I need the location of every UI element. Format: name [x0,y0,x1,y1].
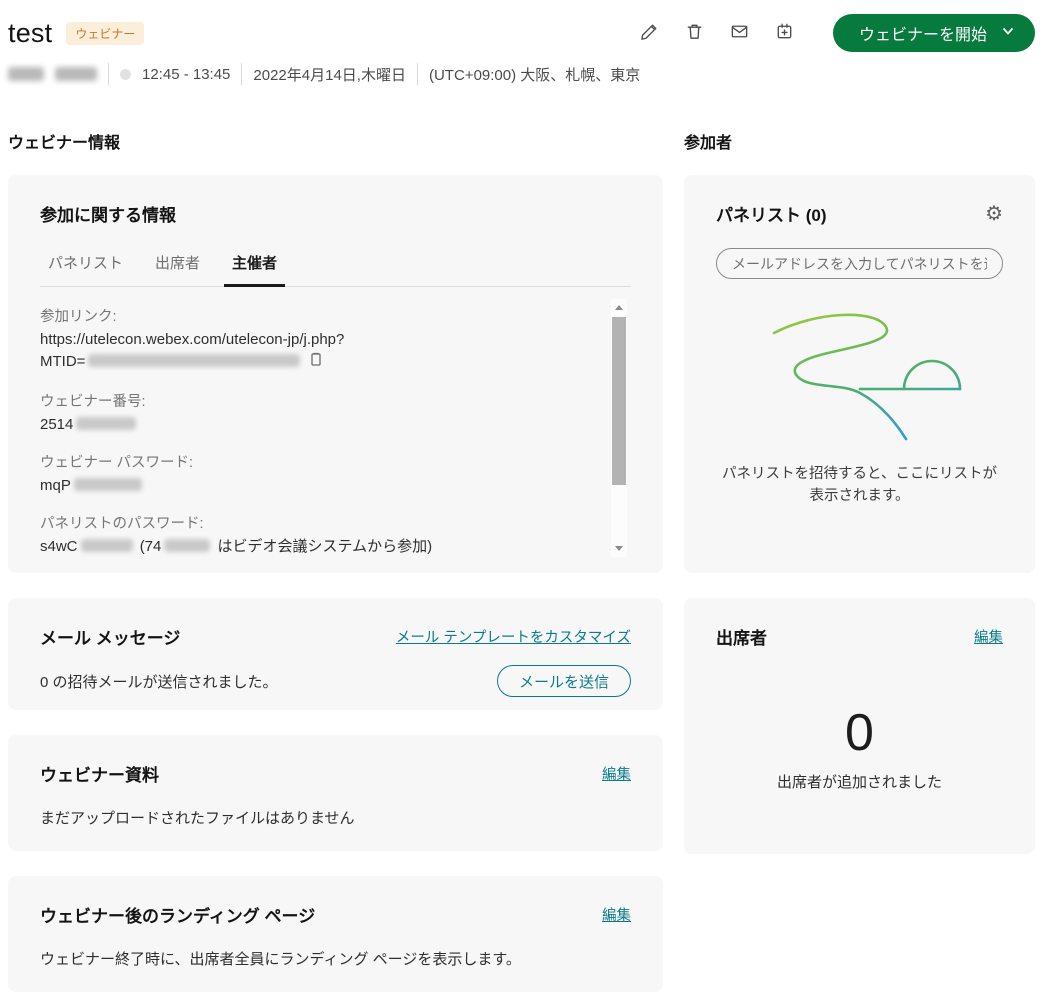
copy-icon[interactable] [309,352,323,375]
webinar-info-section-title: ウェビナー情報 [8,129,663,153]
start-webinar-button[interactable]: ウェビナーを開始 [833,14,1035,52]
post-webinar-landing-card: ウェビナー後のランディング ページ 編集 ウェビナー終了時に、出席者全員にランデ… [8,876,663,992]
redacted-value [164,539,210,552]
status-dot [120,69,131,80]
tab-host[interactable]: 主催者 [232,252,277,286]
webinar-materials-card: ウェビナー資料 編集 まだアップロードされたファイルはありません [8,735,663,851]
webinar-password-prefix: mqP [40,477,71,494]
panelist-password-mid: (74 [140,538,162,555]
email-message-card: メール メッセージ メール テンプレートをカスタマイズ 0 の招待メールが送信さ… [8,598,663,710]
meta-divider [417,63,418,85]
gear-icon[interactable]: ⚙ [985,204,1003,224]
join-link-value: https://utelecon.webex.com/utelecon-jp/j… [40,329,591,375]
scroll-up-arrow-icon[interactable] [615,305,623,310]
email-card-title: メール メッセージ [40,624,180,649]
landing-body-text: ウェビナー終了時に、出席者全員にランディング ページを表示します。 [40,948,631,969]
email-status-text: 0 の招待メールが送信されました。 [40,671,278,692]
panelist-password-value: s4wC (74 はビデオ会議システムから参加) [40,536,591,558]
webinar-password-label: ウェビナー パスワード: [40,451,591,472]
meta-divider [241,63,242,85]
panelists-empty-illustration [742,299,978,451]
redacted-value [88,354,300,367]
add-panelist-input[interactable] [716,248,1003,279]
redacted-value [81,539,133,552]
tab-panelist[interactable]: パネリスト [48,252,123,286]
attendees-card-title: 出席者 [716,624,767,649]
meta-divider [108,63,109,85]
join-link-label: 参加リンク: [40,305,591,326]
webinar-number-value: 2514 [40,414,591,436]
email-webinar-button[interactable] [725,18,755,48]
join-info-card: 参加に関する情報 パネリスト 出席者 主催者 参加リンク: https://ut… [8,175,663,573]
attendees-card: 出席者 編集 0 出席者が追加されました [684,598,1035,854]
panelist-password-prefix: s4wC [40,538,78,555]
panelist-password-suffix: はビデオ会議システムから参加) [218,538,433,555]
landing-card-title: ウェビナー後のランディング ページ [40,902,315,927]
join-info-tabs: パネリスト 出席者 主催者 [40,252,631,287]
panelists-card: パネリスト (0) ⚙ [684,175,1035,573]
webinar-type-badge: ウェビナー [66,22,144,45]
scrollbar[interactable] [611,299,627,557]
redacted-value [76,417,136,430]
customize-email-template-link[interactable]: メール テンプレートをカスタマイズ [396,626,631,647]
webinar-detail-page: test ウェビナー [0,0,1046,1008]
delete-webinar-button[interactable] [680,18,710,48]
envelope-icon [729,21,750,45]
host-name-redacted [55,67,97,81]
participants-section-title: 参加者 [684,129,1035,153]
edit-webinar-button[interactable] [635,18,665,48]
join-info-title: 参加に関する情報 [40,201,631,226]
scrollbar-thumb[interactable] [612,317,626,485]
panelists-card-title: パネリスト (0) [716,201,827,226]
webinar-number-label: ウェビナー番号: [40,390,591,411]
materials-empty-text: まだアップロードされたファイルはありません [40,807,631,828]
add-to-calendar-button[interactable] [770,18,800,48]
calendar-plus-icon [774,21,795,45]
host-name-redacted [8,67,44,81]
attendees-count: 0 [716,703,1003,763]
edit-landing-link[interactable]: 編集 [602,904,631,925]
redacted-value [74,478,142,491]
trash-icon [684,21,705,45]
send-email-button[interactable]: メールを送信 [497,665,631,697]
edit-attendees-link[interactable]: 編集 [974,626,1003,647]
tab-attendee[interactable]: 出席者 [155,252,200,286]
page-title: test [8,18,52,49]
materials-card-title: ウェビナー資料 [40,761,159,786]
panelist-password-label: パネリストのパスワード: [40,512,591,533]
chevron-down-icon [1001,24,1015,43]
pencil-icon [639,21,660,45]
attendees-count-caption: 出席者が追加されました [716,771,1003,792]
timezone-text: (UTC+09:00) 大阪、札幌、東京 [429,64,640,85]
join-link-url: https://utelecon.webex.com/utelecon-jp/j… [40,331,344,348]
edit-materials-link[interactable]: 編集 [602,763,631,784]
webinar-password-value: mqP [40,475,591,497]
page-header: test ウェビナー [8,14,1035,85]
join-link-mtid-prefix: MTID= [40,353,85,370]
start-webinar-label: ウェビナーを開始 [859,21,987,45]
webinar-number-prefix: 2514 [40,416,73,433]
date-text: 2022年4月14日,木曜日 [253,64,406,85]
scroll-down-arrow-icon[interactable] [615,546,623,551]
panelists-empty-text: パネリストを招待すると、ここにリストが表示されます。 [716,463,1003,508]
webinar-meta-row: 12:45 - 13:45 2022年4月14日,木曜日 (UTC+09:00)… [8,63,1035,85]
join-info-scroll-area: 参加リンク: https://utelecon.webex.com/utelec… [40,299,631,561]
time-range: 12:45 - 13:45 [142,66,230,83]
